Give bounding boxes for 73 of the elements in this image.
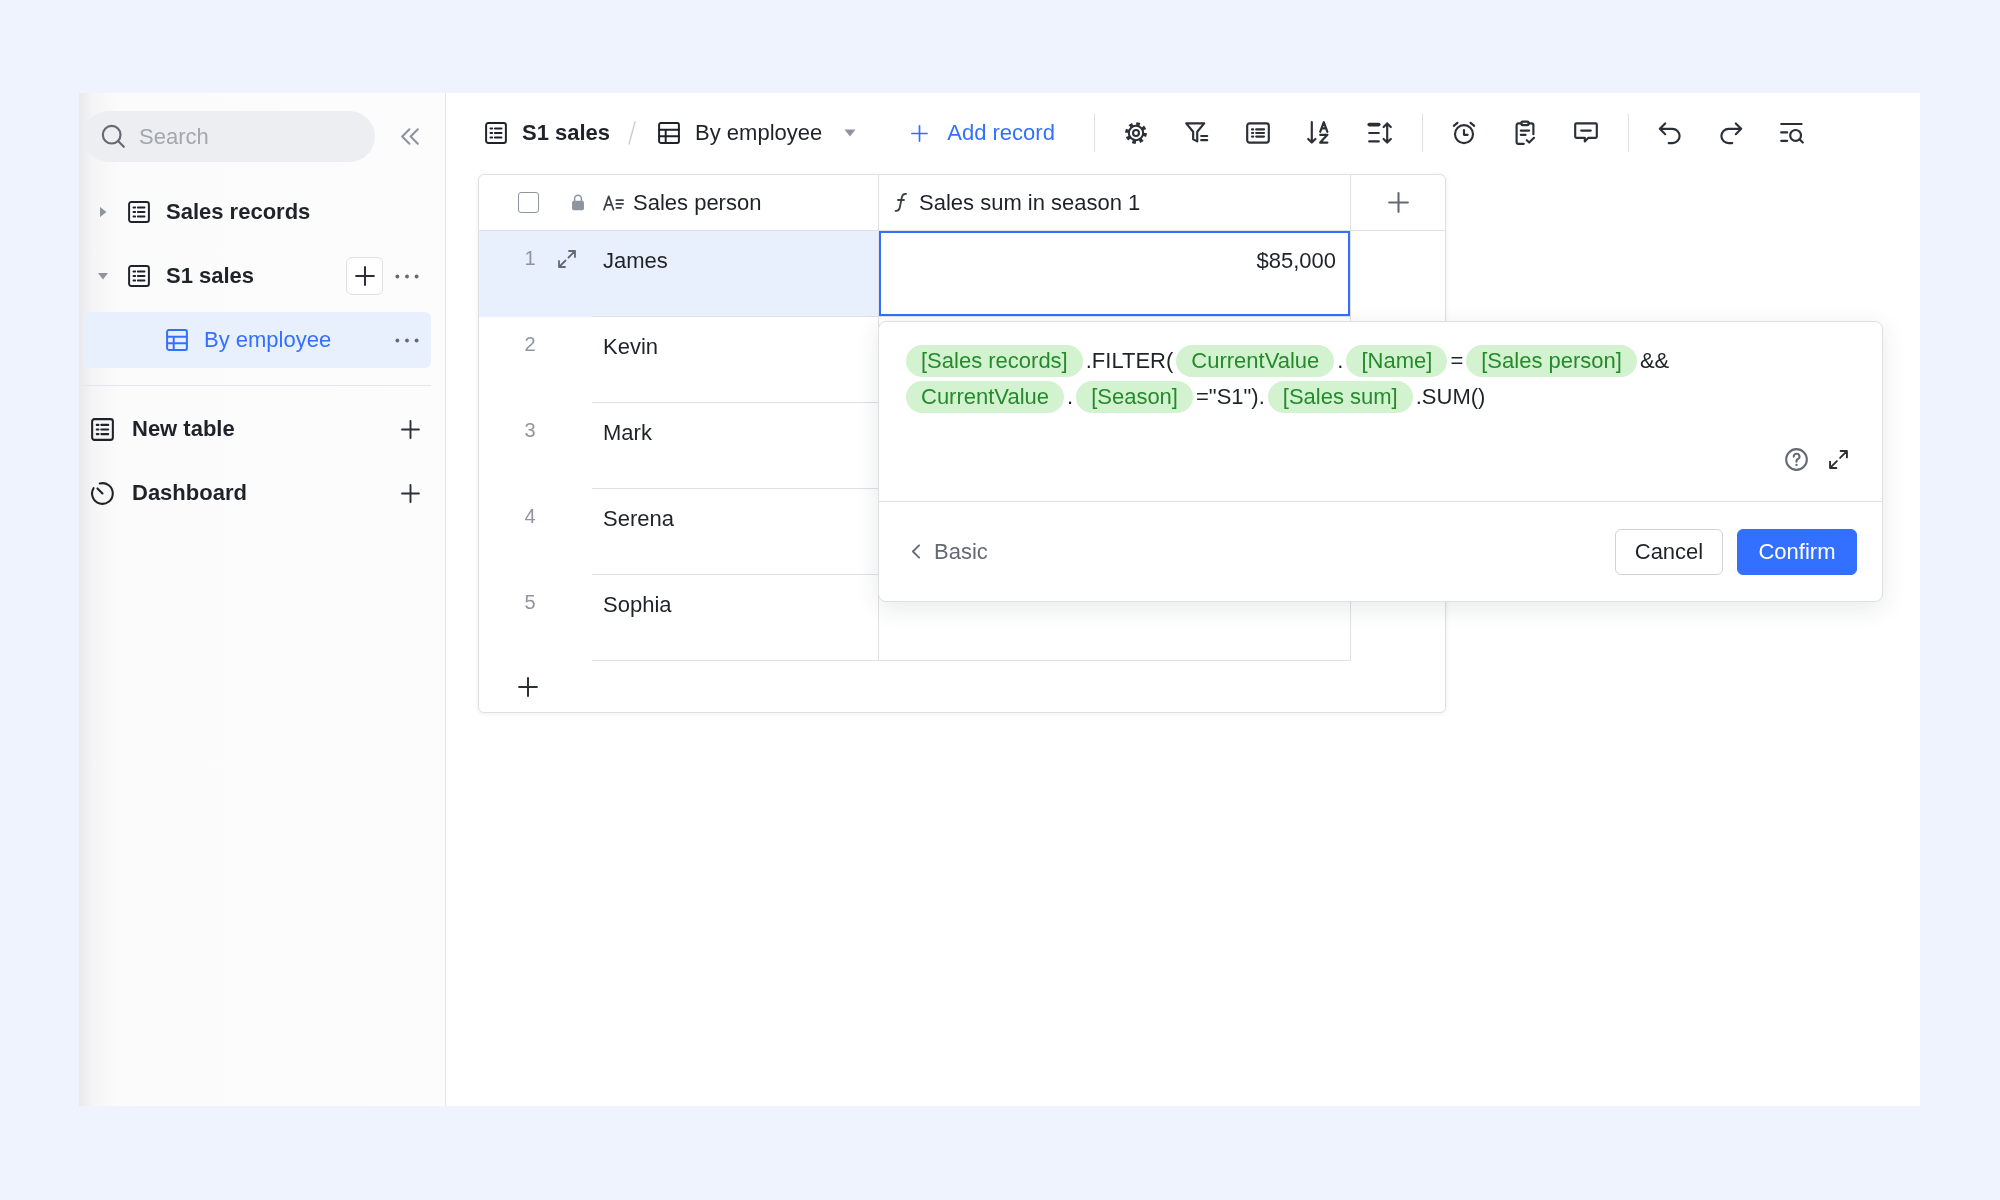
- search-field[interactable]: Search: [83, 111, 375, 162]
- field-token: [Sales sum]: [1267, 381, 1413, 413]
- sidebar-section[interactable]: Dashboard: [83, 465, 431, 521]
- gauge-icon: [91, 481, 114, 505]
- filter-icon[interactable]: [1185, 121, 1210, 145]
- primary-button[interactable]: Confirm: [1737, 528, 1857, 575]
- field-token: CurrentValue: [906, 381, 1064, 413]
- formula-icon: [894, 193, 907, 212]
- sidebar-item[interactable]: S1 sales: [83, 248, 431, 304]
- caret-icon[interactable]: [97, 206, 109, 218]
- formula-text: .FILTER(: [1085, 348, 1174, 374]
- view-switcher[interactable]: By employee: [658, 113, 857, 153]
- help-icon[interactable]: [1785, 448, 1808, 471]
- caret-down-icon: [844, 129, 857, 137]
- search-list-icon[interactable]: [1780, 121, 1805, 145]
- add-button[interactable]: [346, 257, 383, 295]
- field-token: [Sales person]: [1466, 345, 1637, 377]
- clipboard-check-icon[interactable]: [1513, 121, 1538, 145]
- grid-view-icon: [166, 329, 188, 351]
- table-cell[interactable]: $85,000: [879, 231, 1351, 317]
- formula-text: .SUM(): [1415, 384, 1486, 410]
- row-number: 4: [524, 505, 536, 527]
- column-header[interactable]: Sales sum in season 1: [879, 175, 1351, 230]
- row-number: 1: [524, 247, 536, 269]
- double-chevron-left-icon[interactable]: [401, 128, 419, 145]
- row-number: 5: [524, 591, 536, 613]
- plus-icon: [354, 266, 375, 286]
- plus-icon[interactable]: [518, 676, 538, 697]
- sidebar-item[interactable]: By employee: [83, 312, 431, 368]
- alarm-clock-icon[interactable]: [1452, 121, 1477, 145]
- more-icon[interactable]: [395, 273, 419, 279]
- plus-icon: [911, 124, 929, 142]
- field-token: [Sales records]: [906, 345, 1083, 377]
- formula-text: =: [1450, 348, 1464, 374]
- settings-icon[interactable]: [1124, 121, 1149, 145]
- plus-icon[interactable]: [401, 419, 420, 439]
- row-number: 2: [524, 333, 536, 355]
- field-token: CurrentValue: [1176, 345, 1335, 377]
- add-record-button[interactable]: Add record: [911, 113, 1055, 153]
- formula-text: &&: [1639, 348, 1670, 374]
- caret-icon[interactable]: [97, 270, 109, 282]
- select-all-checkbox[interactable]: [518, 192, 539, 213]
- list-icon[interactable]: [1246, 121, 1271, 145]
- redo-icon[interactable]: [1719, 121, 1744, 145]
- sidebar-item[interactable]: Sales records: [83, 184, 431, 240]
- expand-icon[interactable]: [1829, 450, 1848, 469]
- table-cell[interactable]: James: [592, 231, 879, 317]
- chevron-left-icon: [912, 544, 920, 559]
- column-header[interactable]: Sales person: [559, 175, 879, 230]
- more-icon[interactable]: [395, 337, 419, 343]
- table-icon: [128, 201, 150, 223]
- secondary-button[interactable]: Cancel: [1615, 528, 1723, 575]
- table-icon: [91, 417, 114, 441]
- back-link[interactable]: Basic: [912, 538, 988, 565]
- comment-icon[interactable]: [1574, 121, 1599, 145]
- formula-text: .: [1067, 384, 1074, 410]
- row-height-icon[interactable]: [1368, 121, 1393, 145]
- plus-icon[interactable]: [401, 483, 420, 503]
- undo-icon[interactable]: [1658, 121, 1683, 145]
- table-breadcrumb[interactable]: S1 sales: [485, 113, 611, 153]
- search-icon: [102, 125, 125, 148]
- formula-editor[interactable]: [Sales records] .FILTER( CurrentValue . [Name] = [Sales person] && CurrentValue . [Season] ="S1"). [Sales sum] .SUM(): [879, 322, 1882, 501]
- table-icon: [485, 122, 507, 144]
- formula-text: .: [1337, 348, 1344, 374]
- field-token: [Name]: [1346, 345, 1448, 377]
- field-token: [Season]: [1076, 381, 1193, 413]
- text-field-icon: [603, 194, 624, 211]
- grid-view-icon: [658, 122, 681, 144]
- row-number: 3: [524, 419, 536, 441]
- formula-text: ="S1").: [1195, 384, 1265, 410]
- slash-icon: [628, 121, 637, 145]
- sidebar-section[interactable]: New table: [83, 401, 431, 457]
- table-icon: [128, 265, 150, 287]
